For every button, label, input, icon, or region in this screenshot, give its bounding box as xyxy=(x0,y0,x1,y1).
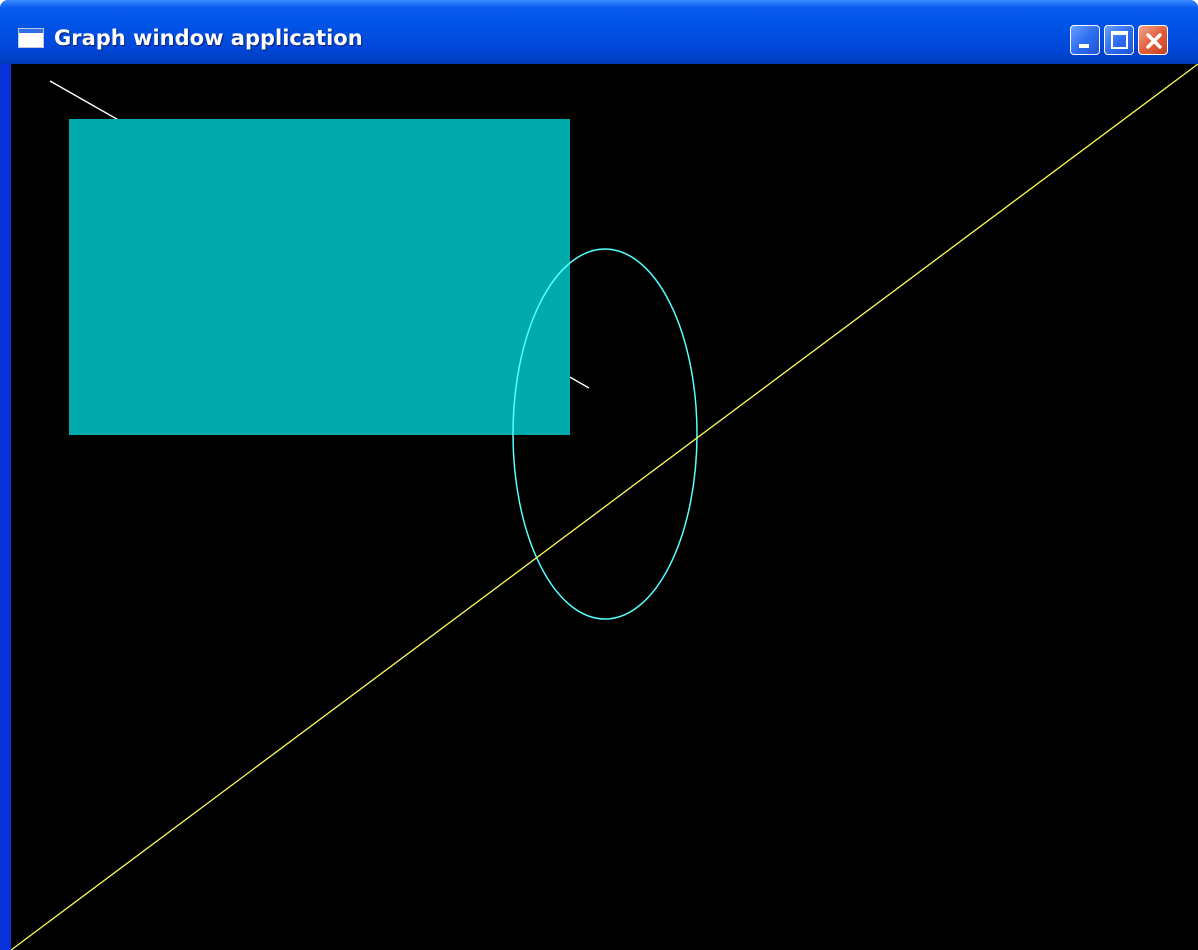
minimize-button[interactable] xyxy=(1070,25,1100,55)
graphics-canvas[interactable] xyxy=(11,64,1198,950)
title-bar[interactable]: Graph window application xyxy=(0,0,1198,64)
maximize-icon xyxy=(1111,31,1128,49)
application-window-icon[interactable] xyxy=(18,28,44,48)
maximize-button[interactable] xyxy=(1104,25,1134,55)
filled-rectangle xyxy=(69,119,570,435)
close-button[interactable] xyxy=(1138,25,1168,55)
close-icon xyxy=(1146,33,1162,49)
drawing-surface xyxy=(11,64,1198,950)
application-window: Graph window application xyxy=(0,0,1198,950)
window-title: Graph window application xyxy=(54,26,363,50)
minimize-icon xyxy=(1079,44,1089,48)
